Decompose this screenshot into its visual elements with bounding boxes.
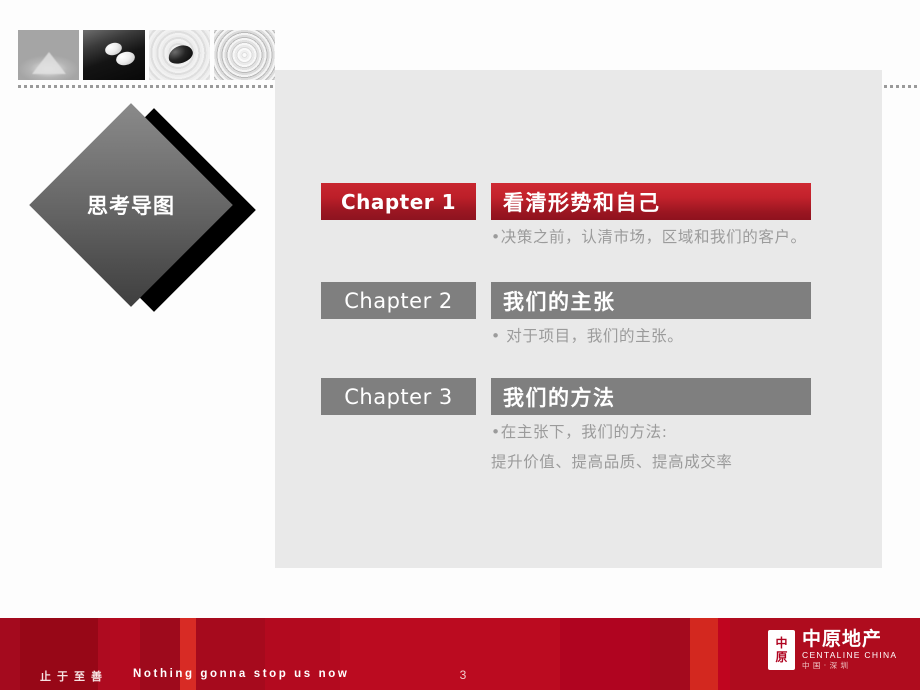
chapter-2-body: • 对于项目，我们的主张。 bbox=[491, 319, 811, 347]
diamond-face: 思考导图 bbox=[29, 103, 233, 307]
chapter-2-header: Chapter 2 我们的主张 bbox=[321, 282, 811, 319]
logo-mark-top-glyph: 中 bbox=[775, 635, 788, 650]
chapter-3-body: •在主张下，我们的方法: 提升价值、提高品质、提高成交率 bbox=[491, 415, 811, 473]
logo-mark-bottom-glyph: 原 bbox=[775, 649, 788, 664]
dotted-divider-right bbox=[884, 85, 920, 88]
logo-name-en: CENTALINE CHINA bbox=[802, 650, 898, 660]
chapter-row-2[interactable]: Chapter 2 我们的主张 • 对于项目，我们的主张。 bbox=[321, 282, 811, 347]
dotted-divider-left bbox=[18, 85, 275, 88]
black-pebble-photo bbox=[148, 30, 210, 80]
chapter-3-line-1: •在主张下，我们的方法: bbox=[491, 423, 668, 441]
photo-strip bbox=[18, 30, 275, 80]
logo-text-block: 中原地产 CENTALINE CHINA 中国·深圳 bbox=[802, 629, 897, 671]
water-ripple-photo bbox=[213, 30, 275, 80]
chapter-3-title[interactable]: 我们的方法 bbox=[491, 378, 811, 415]
slide-canvas: 思考导图 Chapter 1 看清形势和自己 •决策之前，认清市场，区域和我们的… bbox=[0, 0, 920, 690]
chapter-2-title[interactable]: 我们的主张 bbox=[491, 282, 811, 319]
logo-subtitle: 中国·深圳 bbox=[802, 661, 852, 670]
centaline-logo[interactable]: 中 原 中原地产 CENTALINE CHINA 中国·深圳 bbox=[768, 626, 898, 674]
chapter-3-tag[interactable]: Chapter 3 bbox=[321, 378, 476, 415]
chapter-1-body: •决策之前，认清市场，区域和我们的客户。 bbox=[491, 220, 811, 248]
chapter-1-header: Chapter 1 看清形势和自己 bbox=[321, 183, 811, 220]
chapter-1-title[interactable]: 看清形势和自己 bbox=[491, 183, 811, 220]
logo-name-cn: 中原地产 bbox=[802, 628, 883, 650]
page-number: 3 bbox=[459, 668, 467, 682]
diamond-badge: 思考导图 bbox=[29, 103, 256, 312]
chapter-1-tag[interactable]: Chapter 1 bbox=[321, 183, 476, 220]
chapter-3-line-2: 提升价值、提高品质、提高成交率 bbox=[491, 453, 733, 471]
centaline-logo-icon: 中 原 bbox=[768, 630, 795, 670]
chapter-1-line-1: •决策之前，认清市场，区域和我们的客户。 bbox=[491, 228, 807, 246]
chapter-row-1[interactable]: Chapter 1 看清形势和自己 •决策之前，认清市场，区域和我们的客户。 bbox=[321, 183, 811, 248]
diamond-title: 思考导图 bbox=[87, 194, 175, 218]
chapter-2-tag[interactable]: Chapter 2 bbox=[321, 282, 476, 319]
chapter-2-line-1: • 对于项目，我们的主张。 bbox=[491, 327, 684, 345]
white-stones-photo bbox=[83, 30, 145, 80]
chapter-3-header: Chapter 3 我们的方法 bbox=[321, 378, 811, 415]
sand-cone-photo bbox=[18, 30, 80, 80]
chapter-row-3[interactable]: Chapter 3 我们的方法 •在主张下，我们的方法: 提升价值、提高品质、提… bbox=[321, 378, 811, 473]
footer-slogan-cn: 止于至善 bbox=[40, 670, 108, 683]
footer-slogan-en: Nothing gonna stop us now bbox=[133, 668, 350, 680]
